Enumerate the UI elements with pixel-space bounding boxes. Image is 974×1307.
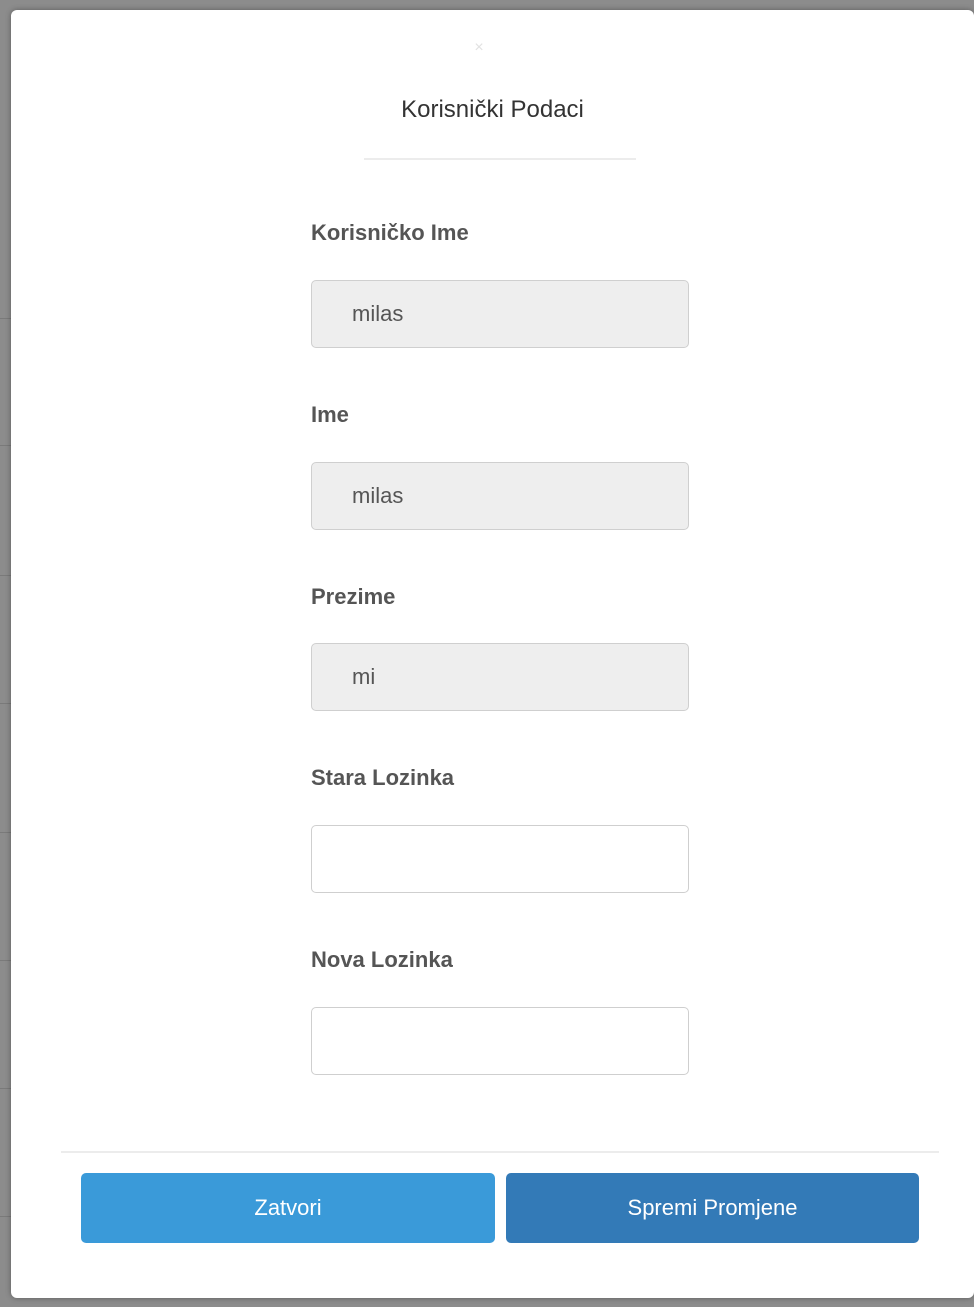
- close-icon[interactable]: ×: [469, 38, 489, 58]
- footer-divider: [61, 1151, 939, 1153]
- old-password-field[interactable]: [311, 825, 689, 893]
- title-divider: [364, 158, 636, 160]
- new-password-label: Nova Lozinka: [311, 947, 453, 972]
- username-field[interactable]: [311, 280, 689, 348]
- first-name-label: Ime: [311, 402, 349, 427]
- close-button[interactable]: Zatvori: [81, 1173, 495, 1243]
- last-name-label: Prezime: [311, 584, 396, 609]
- save-changes-button[interactable]: Spremi Promjene: [506, 1173, 919, 1243]
- last-name-field[interactable]: [311, 643, 689, 711]
- old-password-label: Stara Lozinka: [311, 765, 455, 790]
- username-label: Korisničko Ime: [311, 220, 469, 245]
- new-password-field[interactable]: [311, 1007, 689, 1075]
- first-name-field[interactable]: [311, 462, 689, 530]
- user-data-modal: × Korisnički Podaci Korisničko Ime Ime P…: [11, 10, 974, 1298]
- modal-title: Korisnički Podaci: [401, 96, 584, 123]
